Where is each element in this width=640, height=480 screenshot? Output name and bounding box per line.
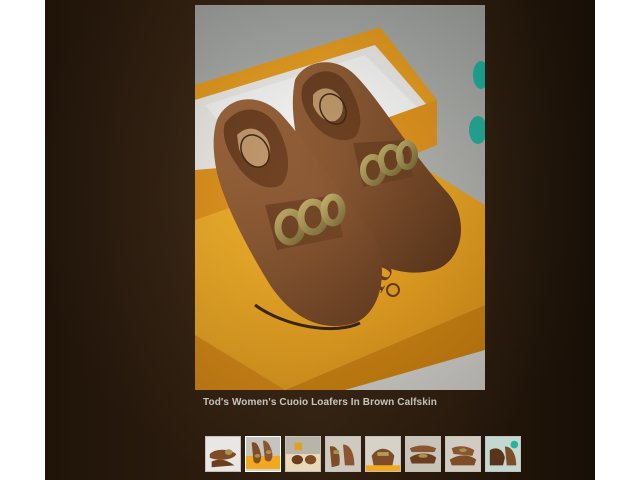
thumbnail-2[interactable] xyxy=(245,436,281,472)
loafers-image: TOD'S xyxy=(195,5,485,390)
thumbnail-strip xyxy=(205,436,521,476)
product-photo[interactable]: TOD'S xyxy=(195,5,485,390)
thumbnail-1[interactable] xyxy=(205,436,241,472)
thumbnail-6[interactable] xyxy=(405,436,441,472)
thumbnail-4[interactable] xyxy=(325,436,361,472)
thumbnail-7[interactable] xyxy=(445,436,481,472)
image-caption: Tod's Women's Cuoio Loafers In Brown Cal… xyxy=(203,397,437,408)
thumbnail-8[interactable] xyxy=(485,436,521,472)
lightbox-overlay: TOD'S xyxy=(45,0,595,480)
thumbnail-3[interactable] xyxy=(285,436,321,472)
thumbnail-5[interactable] xyxy=(365,436,401,472)
